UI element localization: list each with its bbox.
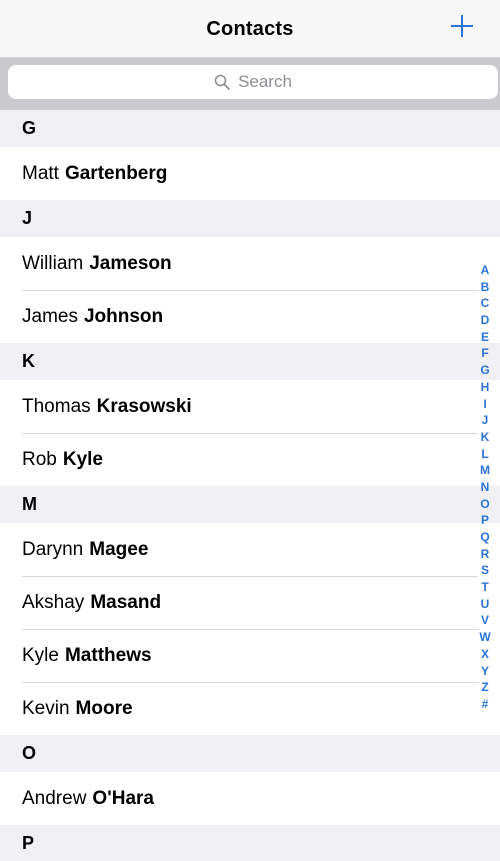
contact-row[interactable]: Thomas Krasowski bbox=[0, 380, 500, 433]
index-letter[interactable]: T bbox=[481, 579, 488, 596]
section-header: K bbox=[0, 343, 500, 380]
section-header: J bbox=[0, 200, 500, 237]
contact-last-name: Matthews bbox=[64, 644, 152, 666]
index-letter[interactable]: # bbox=[482, 696, 489, 713]
contact-last-name: O'Hara bbox=[92, 787, 154, 809]
index-letter[interactable]: R bbox=[481, 546, 490, 563]
navigation-bar: Contacts bbox=[0, 0, 500, 58]
contact-row[interactable]: Andrew O'Hara bbox=[0, 772, 500, 825]
index-letter[interactable]: K bbox=[481, 429, 490, 446]
page-title: Contacts bbox=[206, 18, 294, 40]
contact-row[interactable]: Rob Kyle bbox=[0, 433, 500, 486]
index-letter[interactable]: H bbox=[481, 379, 490, 396]
contact-first-name: Rob bbox=[22, 448, 57, 470]
contact-first-name: Thomas bbox=[22, 395, 91, 417]
index-letter[interactable]: I bbox=[483, 396, 486, 413]
plus-icon bbox=[451, 15, 473, 37]
add-contact-button[interactable] bbox=[450, 14, 474, 38]
contact-last-name: Johnson bbox=[83, 305, 164, 327]
index-letter[interactable]: O bbox=[480, 496, 489, 513]
search-icon bbox=[214, 74, 230, 90]
index-letter[interactable]: L bbox=[481, 446, 488, 463]
index-letter[interactable]: N bbox=[481, 479, 490, 496]
contact-last-name: Moore bbox=[75, 697, 133, 719]
index-letter[interactable]: X bbox=[481, 646, 489, 663]
index-letter[interactable]: M bbox=[480, 462, 490, 479]
contact-last-name: Masand bbox=[90, 591, 162, 613]
index-letter[interactable]: V bbox=[481, 612, 489, 629]
search-placeholder: Search bbox=[238, 72, 292, 91]
section-header: M bbox=[0, 486, 500, 523]
index-letter[interactable]: S bbox=[481, 562, 489, 579]
index-letter[interactable]: J bbox=[482, 412, 489, 429]
contact-row[interactable]: William Jameson bbox=[0, 237, 500, 290]
search-bar: Search bbox=[0, 58, 500, 110]
contact-row[interactable]: James Johnson bbox=[0, 290, 500, 343]
contact-row[interactable]: Akshay Masand bbox=[0, 576, 500, 629]
contact-last-name: Magee bbox=[89, 538, 149, 560]
contact-first-name: Akshay bbox=[22, 591, 85, 613]
contact-last-name: Krasowski bbox=[96, 395, 192, 417]
contact-last-name: Jameson bbox=[89, 252, 172, 274]
section-header: G bbox=[0, 110, 500, 147]
section-header: P bbox=[0, 825, 500, 861]
index-letter[interactable]: E bbox=[481, 329, 489, 346]
contact-last-name: Gartenberg bbox=[64, 162, 168, 184]
index-letter[interactable]: G bbox=[480, 362, 489, 379]
contact-first-name: Andrew bbox=[22, 787, 87, 809]
contact-row[interactable]: Darynn Magee bbox=[0, 523, 500, 576]
contact-first-name: William bbox=[22, 252, 84, 274]
index-letter[interactable]: Q bbox=[480, 529, 489, 546]
section-header: O bbox=[0, 735, 500, 772]
index-letter[interactable]: F bbox=[481, 345, 488, 362]
index-letter[interactable]: Y bbox=[481, 663, 489, 680]
search-input[interactable]: Search bbox=[8, 65, 498, 99]
contact-first-name: Kevin bbox=[22, 697, 70, 719]
section-index[interactable]: A B C D E F G H I J K L M N O P Q R S T U V W X Y Z # bbox=[476, 262, 494, 713]
index-letter[interactable]: U bbox=[481, 596, 490, 613]
index-letter[interactable]: B bbox=[481, 279, 490, 296]
index-letter[interactable]: P bbox=[481, 512, 489, 529]
contact-list: G Matt Gartenberg J William Jameson James Johns… bbox=[0, 110, 500, 861]
contact-first-name: Kyle bbox=[22, 644, 59, 666]
contact-first-name: James bbox=[22, 305, 78, 327]
index-letter[interactable]: C bbox=[481, 295, 490, 312]
contact-row[interactable]: Matt Gartenberg bbox=[0, 147, 500, 200]
index-letter[interactable]: D bbox=[481, 312, 490, 329]
contact-first-name: Matt bbox=[22, 162, 59, 184]
contact-first-name: Darynn bbox=[22, 538, 84, 560]
contact-last-name: Kyle bbox=[62, 448, 103, 470]
index-letter[interactable]: W bbox=[479, 629, 490, 646]
index-letter[interactable]: A bbox=[481, 262, 490, 279]
contact-row[interactable]: Kyle Matthews bbox=[0, 629, 500, 682]
index-letter[interactable]: Z bbox=[481, 679, 488, 696]
contact-row[interactable]: Kevin Moore bbox=[0, 682, 500, 735]
